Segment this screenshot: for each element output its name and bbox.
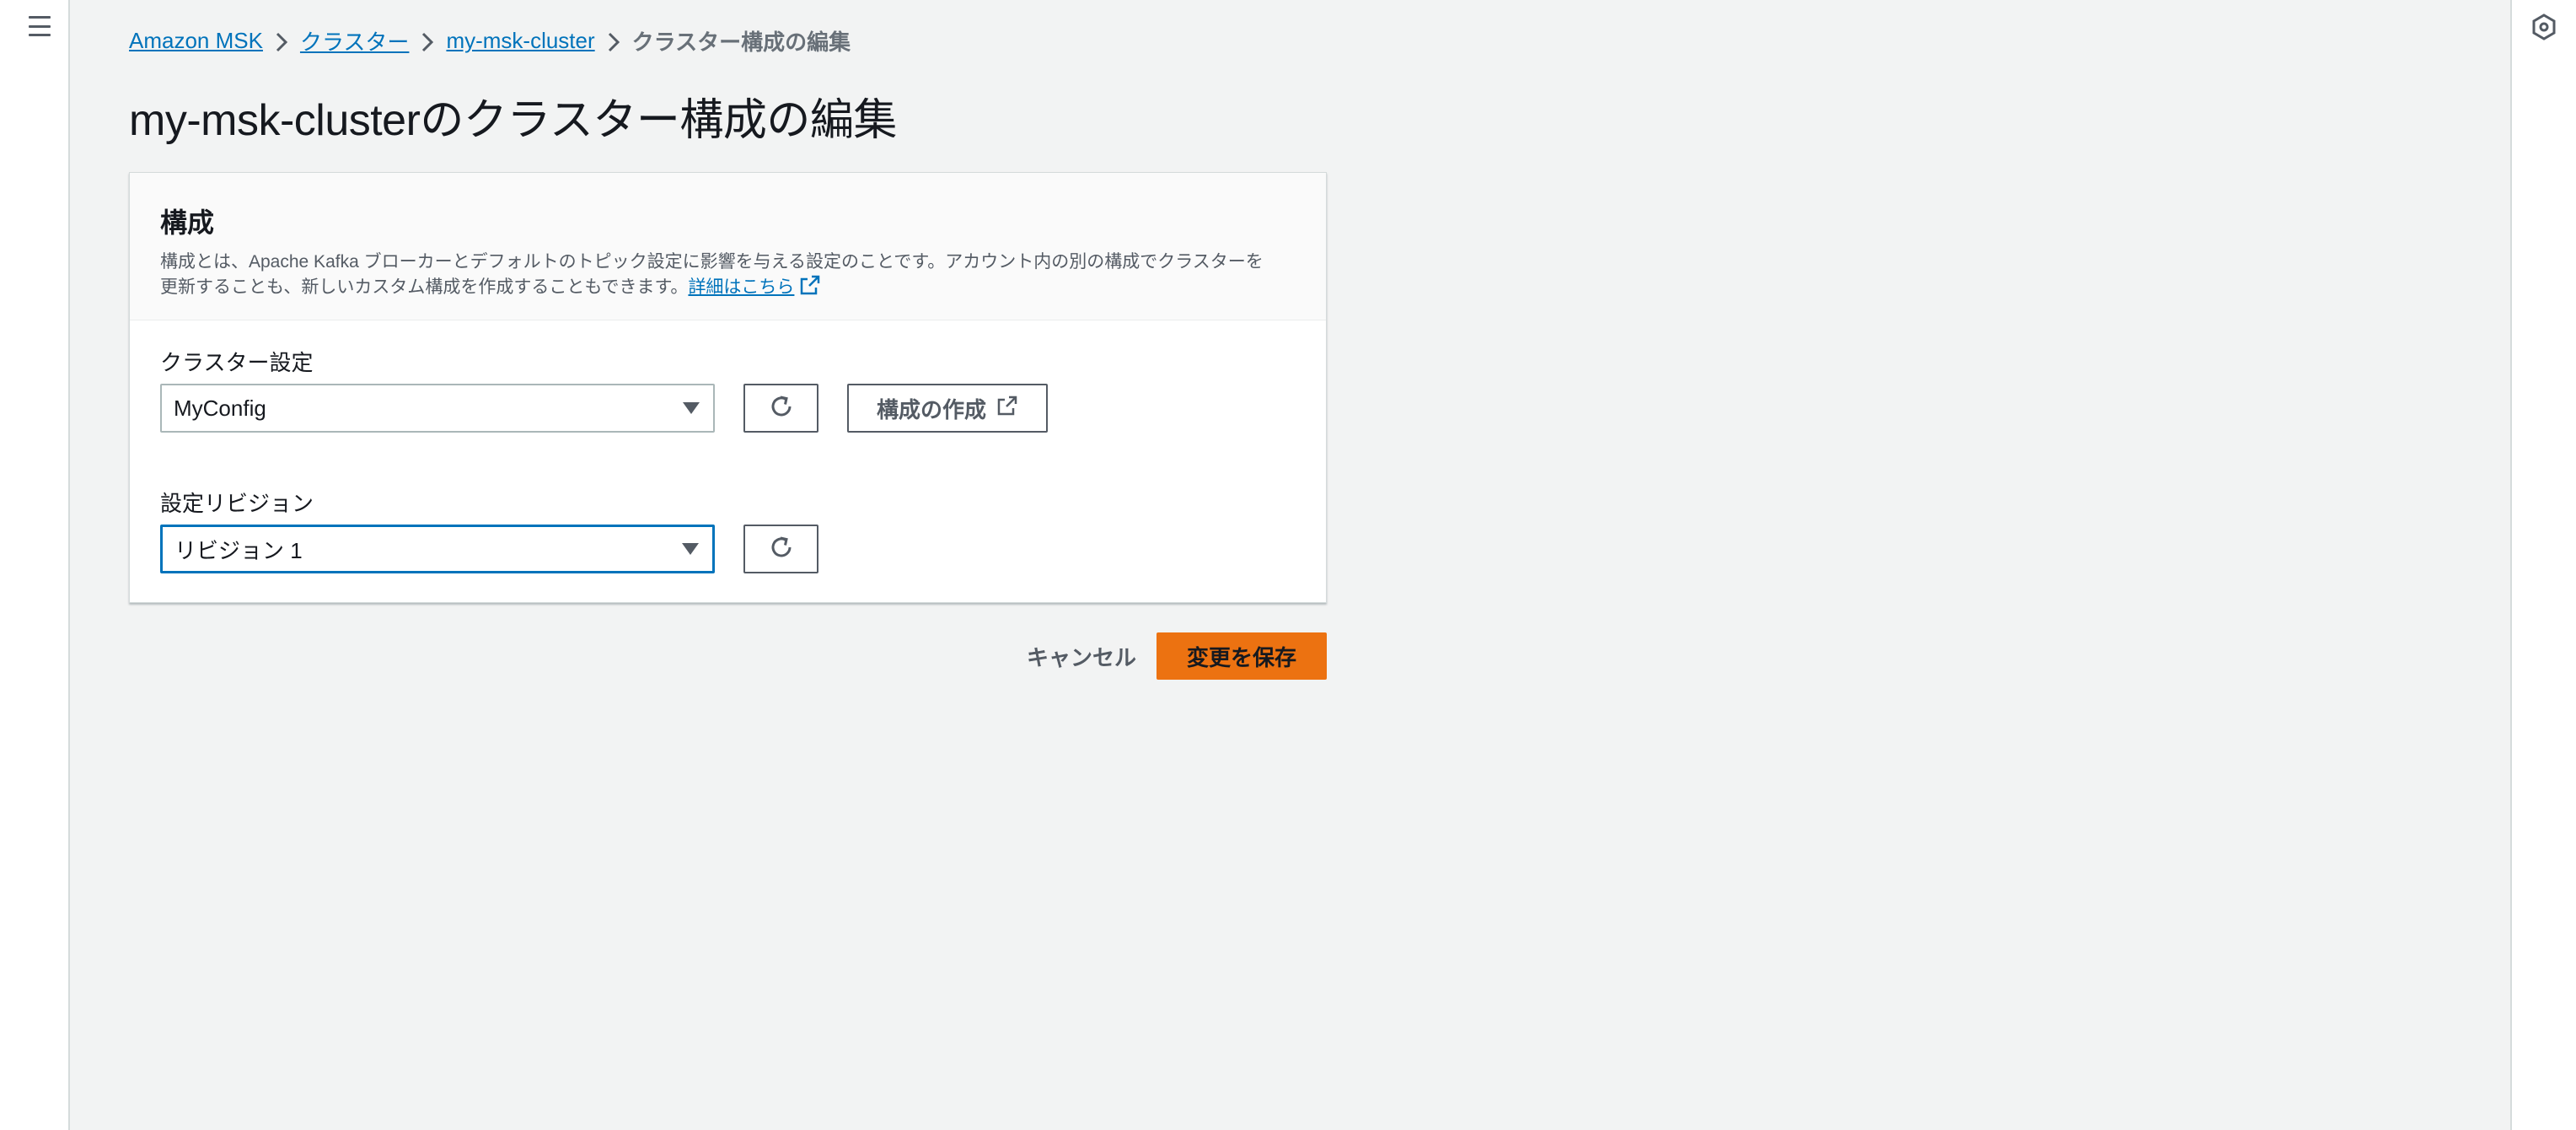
refresh-config-button[interactable] (743, 384, 818, 433)
tools-rail (2510, 0, 2576, 1130)
refresh-revision-button[interactable] (743, 525, 818, 573)
learn-more-link[interactable]: 詳細はこちら (688, 275, 821, 297)
revision-select[interactable]: リビジョン 1 (160, 525, 715, 573)
external-link-icon (799, 274, 821, 303)
cluster-config-select[interactable]: MyConfig (160, 384, 715, 433)
chevron-right-icon (409, 28, 446, 54)
info-hexagon-icon[interactable] (2529, 12, 2559, 42)
create-config-label: 構成の作成 (876, 396, 986, 422)
create-config-button[interactable]: 構成の作成 (847, 384, 1048, 433)
revision-value: リビジョン 1 (174, 537, 303, 563)
panel-header: 構成 構成とは、Apache Kafka ブローカーとデフォルトのトピック設定に… (130, 173, 1326, 320)
caret-down-icon (683, 402, 700, 414)
chevron-right-icon (263, 28, 300, 54)
cluster-config-value: MyConfig (174, 395, 266, 421)
breadcrumb: Amazon MSK クラスター my-msk-cluster クラスター構成の… (129, 25, 851, 56)
hamburger-menu-icon[interactable] (25, 13, 54, 39)
breadcrumb-clusters[interactable]: クラスター (300, 25, 409, 56)
breadcrumb-current: クラスター構成の編集 (631, 30, 851, 55)
refresh-icon (768, 393, 795, 424)
breadcrumb-my-msk-cluster[interactable]: my-msk-cluster (446, 28, 594, 54)
learn-more-label: 詳細はこちら (688, 277, 795, 297)
panel-title: 構成 (160, 207, 215, 238)
panel-description-line1: 構成とは、Apache Kafka ブローカーとデフォルトのトピック設定に影響を… (160, 252, 1264, 272)
caret-down-icon (682, 543, 699, 555)
chevron-right-icon (595, 28, 632, 54)
cluster-config-label: クラスター設定 (160, 350, 314, 375)
configuration-panel: 構成 構成とは、Apache Kafka ブローカーとデフォルトのトピック設定に… (129, 172, 1327, 603)
page-title: my-msk-clusterのクラスター構成の編集 (129, 96, 897, 145)
breadcrumb-amazon-msk[interactable]: Amazon MSK (129, 28, 263, 54)
save-changes-button[interactable]: 変更を保存 (1157, 632, 1327, 680)
external-link-icon (996, 395, 1018, 422)
refresh-icon (768, 534, 795, 565)
cancel-button[interactable]: キャンセル (997, 632, 1166, 680)
revision-label: 設定リビジョン (160, 491, 314, 516)
navigation-rail (0, 0, 70, 1130)
panel-description: 構成とは、Apache Kafka ブローカーとデフォルトのトピック設定に影響を… (160, 250, 1298, 303)
panel-description-line2: 更新することも、新しいカスタム構成を作成することもできます。 (160, 277, 689, 297)
